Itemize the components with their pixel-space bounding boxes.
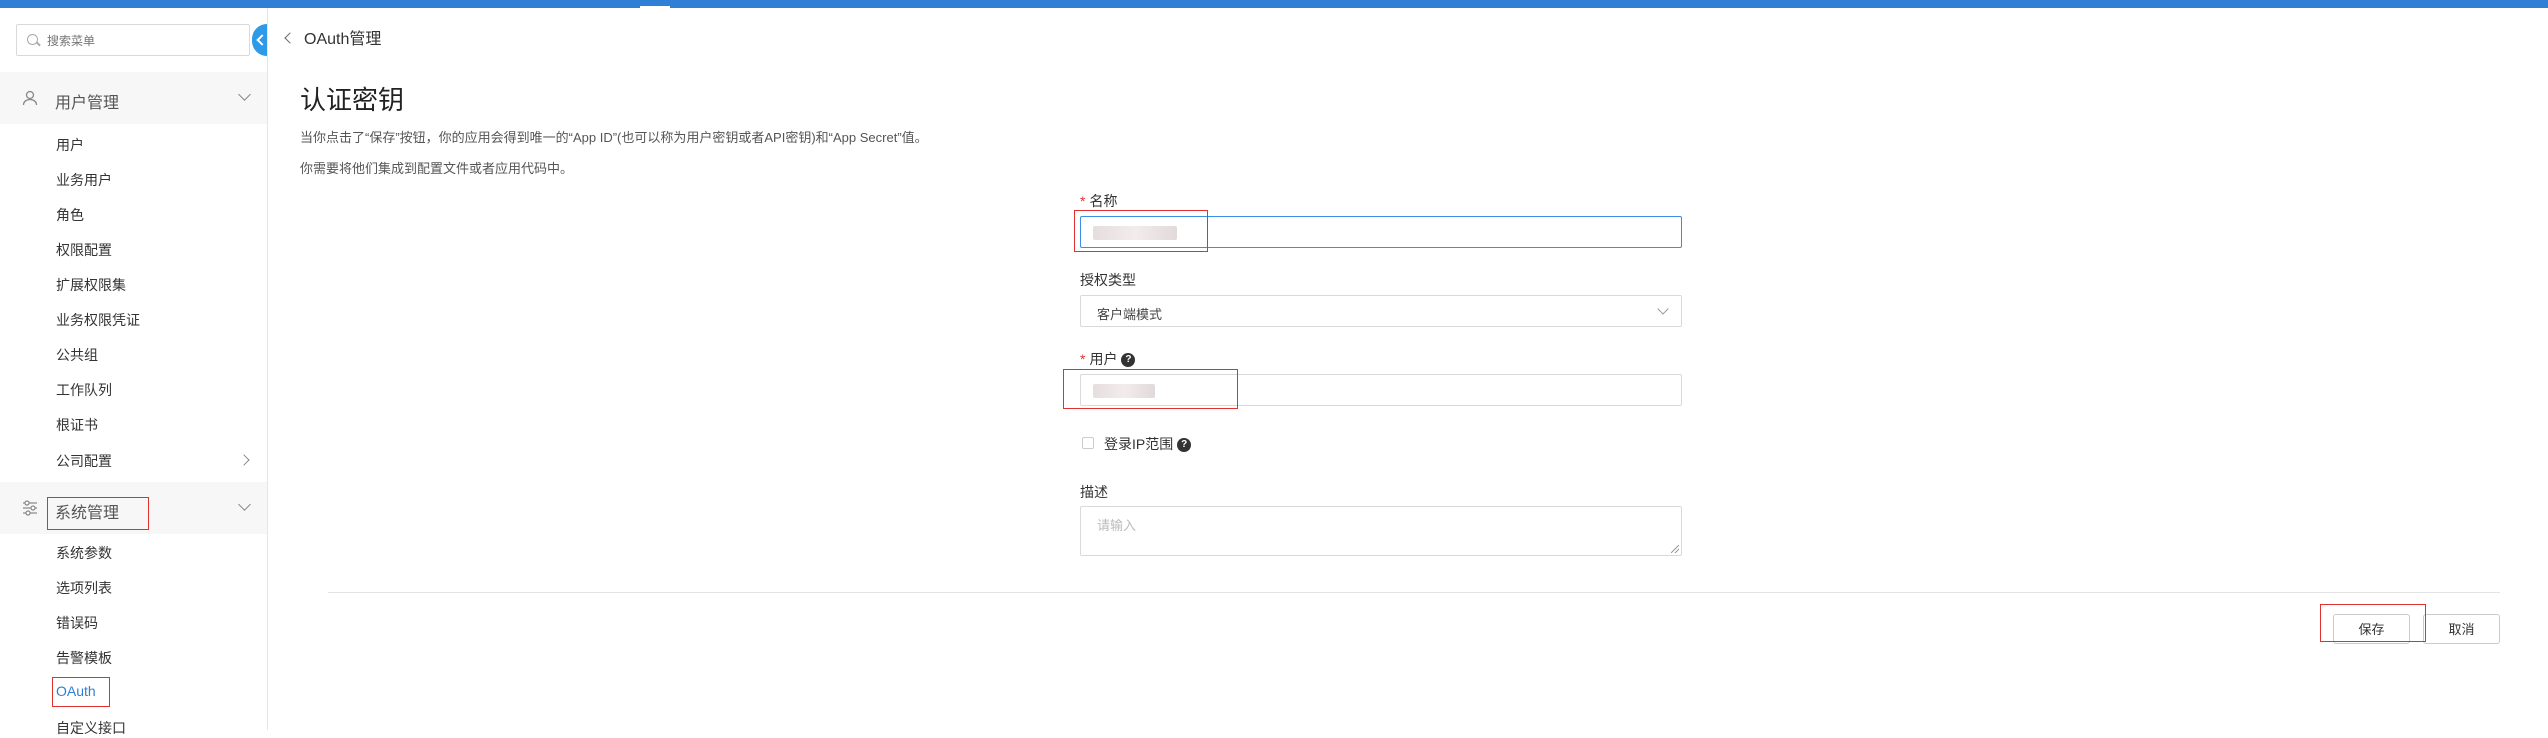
name-label: * 名称 bbox=[1080, 191, 1117, 211]
user-icon bbox=[22, 90, 38, 111]
required-mark: * bbox=[1080, 193, 1086, 209]
sidebar-item-permission-config[interactable]: 权限配置 bbox=[56, 240, 112, 260]
sidebar-item-custom-api[interactable]: 自定义接口 bbox=[56, 718, 126, 738]
sidebar: 用户管理 用户 业务用户 角色 权限配置 扩展权限集 业务权限凭证 公共组 工作… bbox=[0, 8, 268, 736]
sidebar-item-work-queue[interactable]: 工作队列 bbox=[56, 380, 112, 400]
chevron-right-icon bbox=[238, 454, 250, 466]
sidebar-item-business-credentials[interactable]: 业务权限凭证 bbox=[56, 310, 140, 330]
sidebar-item-users[interactable]: 用户 bbox=[56, 135, 84, 155]
sidebar-group-label: 用户管理 bbox=[55, 95, 120, 112]
top-bar-indicator bbox=[640, 6, 670, 8]
sidebar-item-roles[interactable]: 角色 bbox=[56, 205, 84, 225]
cancel-button[interactable]: 取消 bbox=[2423, 614, 2500, 644]
breadcrumb-label: OAuth管理 bbox=[304, 31, 382, 48]
chevron-down-icon bbox=[1657, 303, 1669, 315]
page-title: 认证密钥 bbox=[300, 85, 405, 115]
highlight-box-name bbox=[1074, 210, 1208, 252]
highlight-box-oauth bbox=[52, 677, 110, 707]
sidebar-item-option-lists[interactable]: 选项列表 bbox=[56, 578, 112, 598]
name-label-text: 名称 bbox=[1089, 193, 1118, 209]
chevron-down-icon bbox=[238, 498, 251, 511]
menu-search[interactable] bbox=[16, 24, 250, 56]
search-icon bbox=[27, 34, 38, 45]
highlight-box-system-management bbox=[47, 497, 149, 530]
sidebar-group-user-management[interactable]: 用户管理 bbox=[0, 72, 267, 124]
sidebar-item-root-certs[interactable]: 根证书 bbox=[56, 415, 98, 435]
login-ip-range-checkbox[interactable] bbox=[1082, 437, 1094, 449]
sidebar-item-company-config[interactable]: 公司配置 bbox=[56, 451, 112, 471]
sidebar-item-business-users[interactable]: 业务用户 bbox=[56, 170, 112, 190]
page-description: 当你点击了“保存”按钮，你的应用会得到唯一的“App ID”(也可以称为用户密钥… bbox=[300, 130, 928, 145]
settings-sliders-icon bbox=[22, 500, 38, 521]
login-ip-range-label: 登录IP范围? bbox=[1104, 434, 1192, 454]
menu-search-input[interactable] bbox=[45, 31, 249, 51]
grant-type-value: 客户端模式 bbox=[1097, 307, 1163, 322]
page-description-secondary: 你需要将他们集成到配置文件或者应用代码中。 bbox=[300, 161, 574, 176]
user-label-text: 用户 bbox=[1089, 351, 1118, 367]
help-icon[interactable]: ? bbox=[1177, 438, 1192, 453]
chevron-down-icon bbox=[238, 88, 251, 101]
grant-type-label: 授权类型 bbox=[1080, 272, 1136, 288]
highlight-box-user bbox=[1063, 369, 1238, 409]
help-icon[interactable]: ? bbox=[1121, 353, 1136, 368]
sidebar-item-alert-templates[interactable]: 告警模板 bbox=[56, 648, 112, 668]
grant-type-select[interactable]: 客户端模式 bbox=[1080, 295, 1682, 327]
required-mark: * bbox=[1080, 351, 1086, 367]
sidebar-item-public-groups[interactable]: 公共组 bbox=[56, 345, 98, 365]
top-accent-bar bbox=[0, 0, 2548, 8]
sidebar-item-error-codes[interactable]: 错误码 bbox=[56, 613, 98, 633]
breadcrumb[interactable]: OAuth管理 bbox=[284, 25, 382, 49]
description-textarea[interactable]: 请输入 bbox=[1080, 506, 1682, 556]
sidebar-collapse-button[interactable] bbox=[252, 24, 267, 56]
description-placeholder: 请输入 bbox=[1097, 518, 1137, 533]
highlight-box-save bbox=[2320, 604, 2426, 642]
sidebar-item-extended-permissions[interactable]: 扩展权限集 bbox=[56, 275, 126, 295]
login-ip-range-text: 登录IP范围 bbox=[1104, 436, 1174, 452]
sidebar-item-system-params[interactable]: 系统参数 bbox=[56, 543, 112, 563]
resize-handle-icon[interactable] bbox=[1671, 545, 1679, 553]
back-arrow-icon[interactable] bbox=[284, 32, 296, 44]
form-divider bbox=[328, 592, 2500, 593]
user-label: * 用户? bbox=[1080, 349, 1136, 369]
description-label: 描述 bbox=[1080, 484, 1108, 500]
